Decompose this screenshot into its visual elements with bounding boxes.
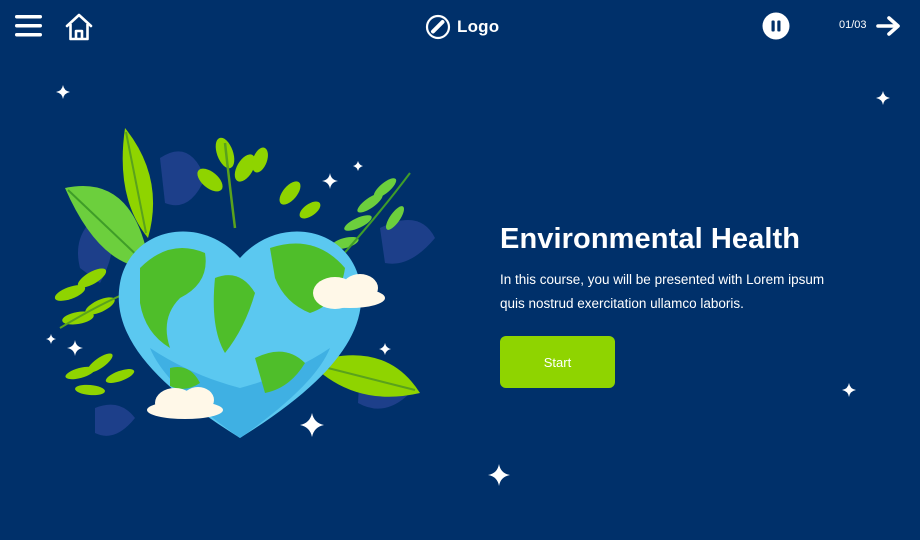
pause-button[interactable] (762, 12, 790, 40)
sparkle-icon (876, 91, 890, 105)
next-button[interactable] (876, 14, 902, 38)
sparkle-icon (56, 85, 70, 99)
logo[interactable]: Logo (425, 13, 499, 41)
start-button[interactable]: Start (500, 336, 615, 388)
course-description: In this course, you will be presented wi… (500, 272, 825, 311)
arrow-right-icon (876, 16, 900, 36)
home-icon (65, 13, 93, 41)
sparkle-icon (488, 464, 510, 486)
top-bar: Logo 01/03 (0, 0, 920, 54)
menu-button[interactable] (14, 13, 44, 39)
hamburger-menu-icon (15, 15, 42, 37)
logo-text: Logo (457, 17, 500, 36)
page-counter: 01/03 (839, 19, 867, 31)
home-button[interactable] (64, 12, 94, 42)
page-title: Environmental Health (500, 223, 801, 255)
logo-icon (425, 14, 451, 40)
pause-icon (762, 12, 790, 40)
intro-content: Environmental Health In this course, you… (500, 220, 860, 388)
earth-heart-illustration (54, 128, 435, 438)
